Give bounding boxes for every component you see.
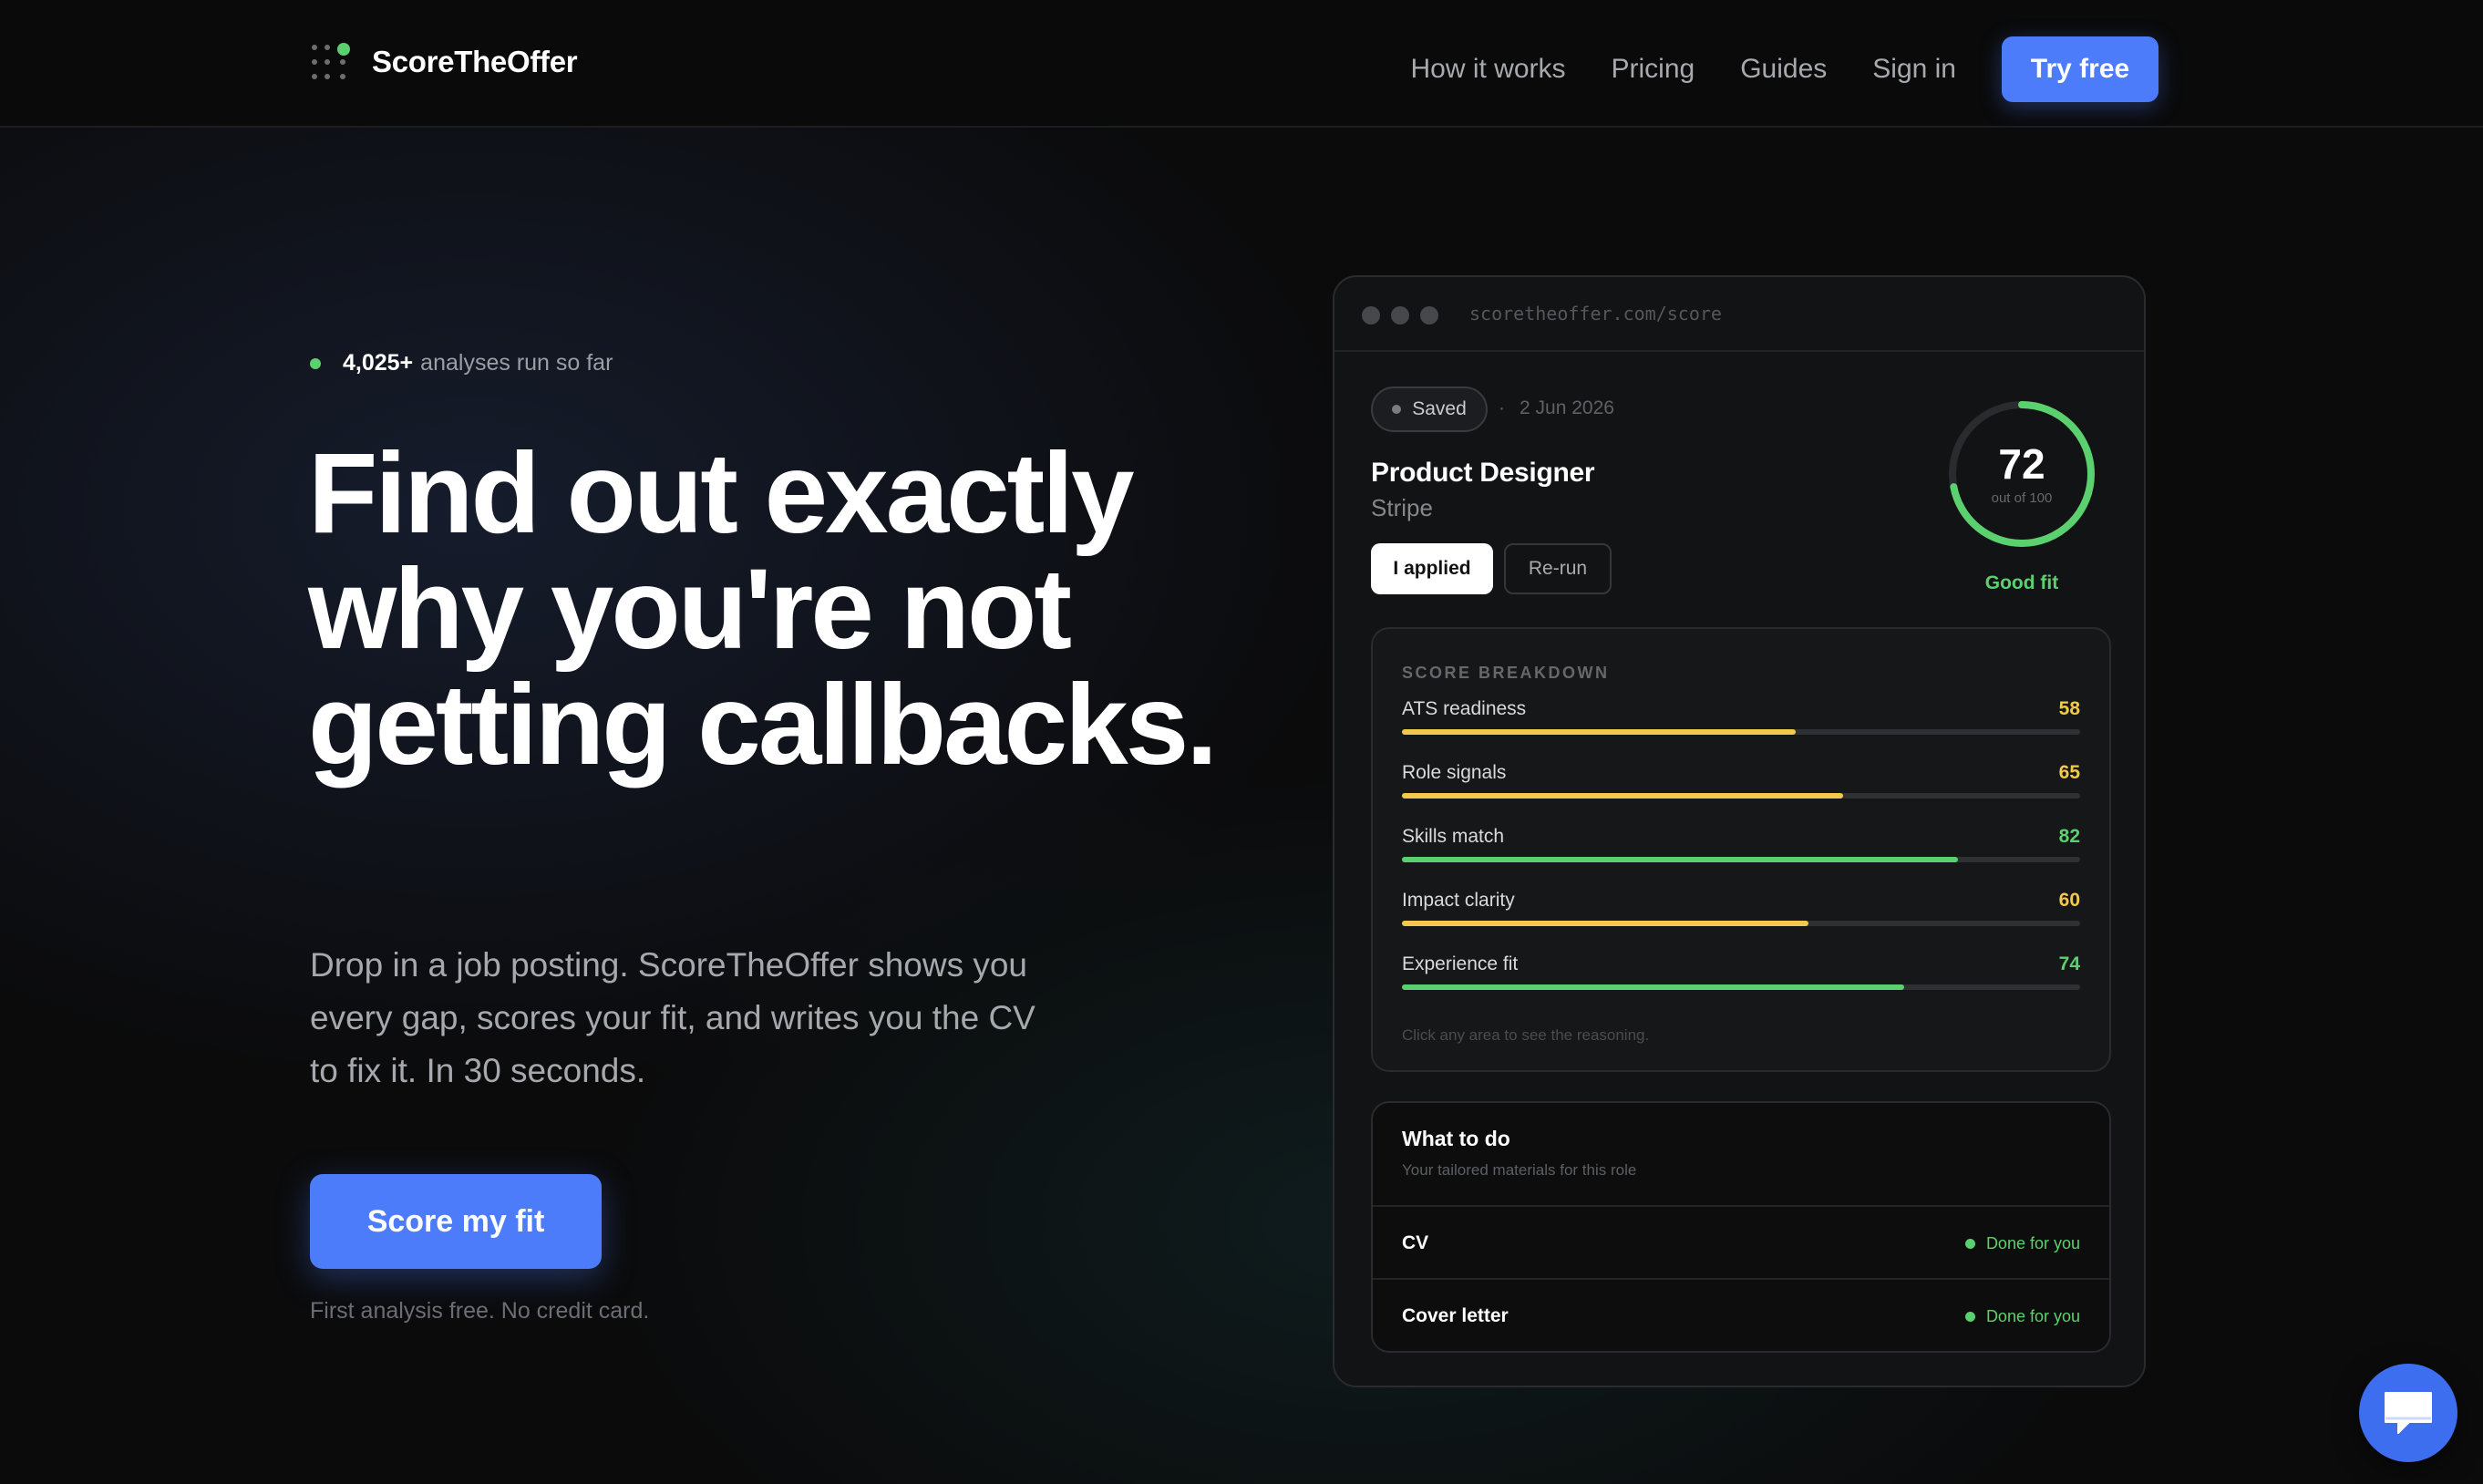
metric-value: 60 (2058, 890, 2080, 911)
nav-link-sign-in[interactable]: Sign in (1872, 54, 1956, 85)
metric-skills-match[interactable]: Skills match 82 (1402, 826, 2080, 881)
metric-label: Skills match (1402, 826, 1505, 847)
metric-fill (1402, 984, 1904, 990)
analyses-count: 4,025+ (343, 350, 414, 376)
i-applied-button[interactable]: I applied (1371, 543, 1493, 594)
job-title: Product Designer (1371, 458, 1595, 488)
hero-headline: Find out exactly why you're not getting … (308, 430, 1218, 788)
chat-bubble-icon (2385, 1392, 2432, 1434)
metric-experience-fit[interactable]: Experience fit 74 (1402, 953, 2080, 1008)
metric-label: Experience fit (1402, 953, 1519, 974)
metric-impact-clarity[interactable]: Impact clarity 60 (1402, 890, 2080, 944)
dots-logo-icon (312, 43, 350, 81)
metric-ats-readiness[interactable]: ATS readiness 58 (1402, 698, 2080, 753)
status-dot-icon (1964, 1312, 1975, 1322)
metric-track (1402, 729, 2080, 735)
breakdown-title: SCORE BREAKDOWN (1402, 664, 1610, 682)
what-to-do-panel: What to do Your tailored materials for t… (1371, 1101, 2111, 1353)
window-url: scoretheoffer.com/score (1469, 303, 1722, 325)
score-value: 72 (1998, 440, 2045, 488)
status-dot-icon (1964, 1239, 1975, 1249)
metric-fill (1402, 921, 1809, 926)
score-out-of: out of 100 (1991, 490, 2053, 506)
metric-label: Impact clarity (1402, 890, 1515, 911)
todo-row-cover-letter[interactable]: Cover letter Done for you (1373, 1278, 2109, 1351)
todo-subtitle: Your tailored materials for this role (1402, 1161, 1637, 1179)
nav-link-pricing[interactable]: Pricing (1612, 54, 1695, 85)
top-nav: ScoreTheOffer How it works Pricing Guide… (0, 0, 2483, 128)
window-dot-icon (1362, 306, 1380, 325)
hero-subheadline: Drop in a job posting. ScoreTheOffer sho… (310, 946, 1035, 1089)
score-my-fit-button[interactable]: Score my fit (310, 1174, 602, 1269)
chat-widget-button[interactable] (2359, 1364, 2457, 1462)
live-dot-icon (310, 357, 321, 369)
metric-track (1402, 793, 2080, 799)
metric-fill (1402, 729, 1796, 735)
fit-label: Good fit (1984, 572, 2059, 593)
window-title-bar: scoretheoffer.com/score (1334, 277, 2144, 352)
metric-role-signals[interactable]: Role signals 65 (1402, 762, 2080, 817)
try-free-button[interactable]: Try free (2002, 36, 2158, 102)
analysis-date: · 2 Jun 2026 (1499, 397, 1614, 418)
breakdown-hint: Click any area to see the reasoning. (1402, 1026, 1650, 1044)
metric-value: 82 (2058, 826, 2080, 847)
todo-status-text: Done for you (1985, 1307, 2080, 1325)
todo-status: Done for you (1964, 1307, 2080, 1326)
saved-dot-icon (1392, 405, 1402, 414)
saved-badge: Saved (1371, 386, 1488, 432)
score-preview-window: scoretheoffer.com/score Saved · 2 Jun 202… (1333, 275, 2146, 1387)
brand-logo[interactable]: ScoreTheOffer (312, 36, 578, 88)
metric-value: 74 (2058, 953, 2080, 974)
todo-row-cv[interactable]: CV Done for you (1373, 1205, 2109, 1278)
company-name: Stripe (1371, 494, 1433, 521)
metric-track (1402, 984, 2080, 990)
analyses-stat: 4,025+ analyses run so far (310, 350, 613, 376)
metric-value: 65 (2058, 762, 2080, 783)
window-dot-icon (1420, 306, 1438, 325)
re-run-button[interactable]: Re-run (1504, 543, 1612, 594)
metric-label: Role signals (1402, 762, 1507, 783)
metric-label: ATS readiness (1402, 698, 1527, 719)
window-dot-icon (1391, 306, 1409, 325)
free-note: First analysis free. No credit card. (310, 1298, 650, 1324)
brand-name: ScoreTheOffer (372, 45, 578, 78)
score-breakdown-panel: SCORE BREAKDOWN ATS readiness 58 Role si… (1371, 627, 2111, 1072)
todo-status-text: Done for you (1985, 1234, 2080, 1252)
nav-links: How it works Pricing Guides Sign in Try … (1410, 36, 2158, 102)
metric-track (1402, 857, 2080, 862)
nav-link-how-it-works[interactable]: How it works (1410, 54, 1565, 85)
todo-status: Done for you (1964, 1234, 2080, 1253)
analyses-label: analyses run so far (420, 350, 613, 376)
saved-label: Saved (1412, 398, 1467, 419)
metric-value: 58 (2058, 698, 2080, 719)
metric-fill (1402, 857, 1959, 862)
todo-label: Cover letter (1402, 1305, 1509, 1326)
todo-label: CV (1402, 1232, 1429, 1253)
todo-title: What to do (1402, 1127, 1510, 1150)
metric-track (1402, 921, 2080, 926)
nav-link-guides[interactable]: Guides (1740, 54, 1827, 85)
date-value: 2 Jun 2026 (1520, 397, 1614, 418)
metric-fill (1402, 793, 1843, 799)
